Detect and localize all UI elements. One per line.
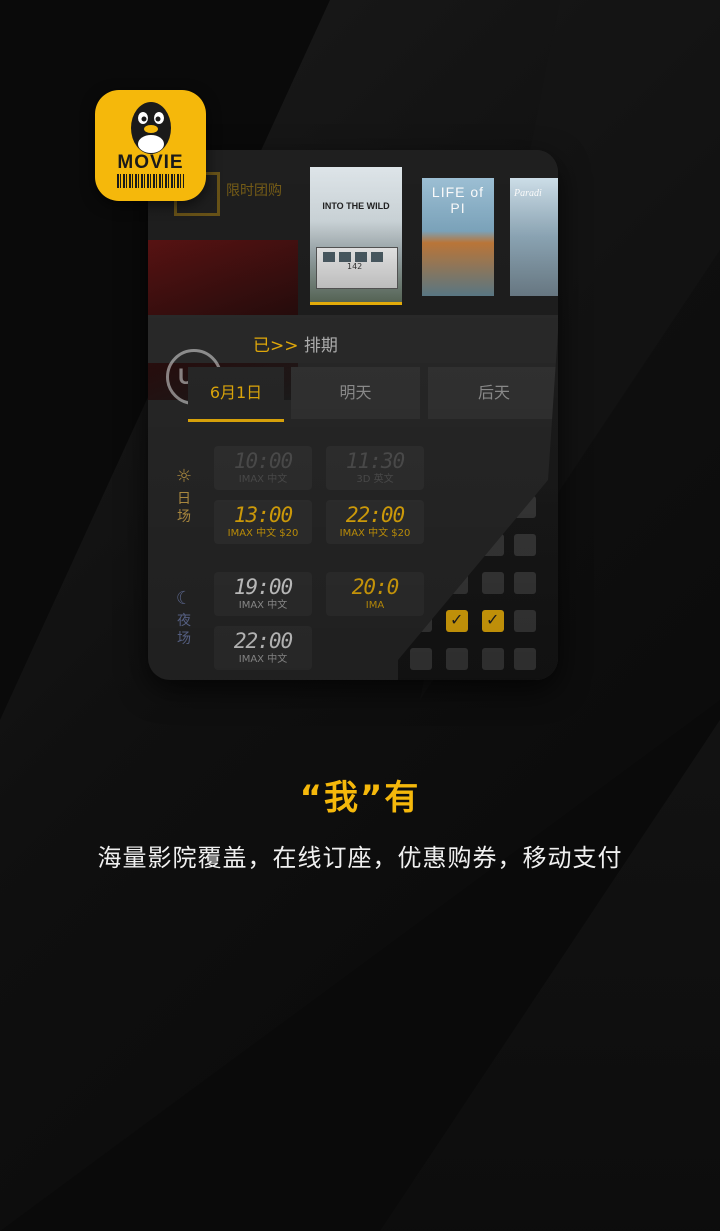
app-icon: MOVIE	[95, 90, 206, 201]
poster-title: LIFE of PI	[431, 184, 485, 216]
tab-tomorrow[interactable]: 明天	[291, 367, 420, 419]
seat[interactable]	[446, 456, 468, 478]
poster-title: INTO THE WILD	[322, 201, 390, 211]
tab-june-1[interactable]: 6月1日	[188, 367, 284, 422]
night-section-label: ☾ 夜场	[175, 588, 193, 648]
seat[interactable]	[514, 496, 536, 518]
showtime-slot[interactable]: 13:00 IMAX 中文 $20	[214, 500, 312, 544]
seat[interactable]	[482, 648, 504, 670]
seat[interactable]	[446, 496, 468, 518]
date-tabs: 6月1日 明天 后天	[148, 367, 558, 422]
app-icon-label: MOVIE	[117, 152, 184, 173]
poster-life-of-pi[interactable]: LIFE of PI	[422, 178, 494, 296]
poster-carousel: 限时团购 INTO THE WILD 142 LIFE of PI Paradi	[148, 150, 558, 400]
showtime-slot[interactable]: 10:00 IMAX 中文	[214, 446, 312, 490]
seat[interactable]	[514, 610, 536, 632]
seat[interactable]	[514, 534, 536, 556]
seat[interactable]	[514, 456, 536, 478]
app-preview-card: 限时团购 INTO THE WILD 142 LIFE of PI Paradi…	[148, 150, 558, 680]
tagline: 海量影院覆盖，在线订座，优惠购券，移动支付	[97, 844, 623, 872]
showtime-slot[interactable]: 22:00 IMAX 中文	[214, 626, 312, 670]
tab-day-after[interactable]: 后天	[428, 367, 558, 419]
showtime-slot[interactable]: 20:0 IMA	[326, 572, 424, 616]
penguin-icon	[131, 102, 171, 154]
seat[interactable]	[446, 648, 468, 670]
seat[interactable]	[482, 534, 504, 556]
seat[interactable]	[514, 418, 536, 440]
seat[interactable]	[482, 418, 504, 440]
poster-into-the-wild[interactable]: INTO THE WILD 142	[310, 167, 402, 305]
schedule-header: UA 已>> 排期	[148, 315, 558, 405]
poster-title: Paradi	[514, 188, 542, 199]
seat[interactable]	[446, 572, 468, 594]
schedule-label: 已>> 排期	[253, 336, 338, 356]
seat-selected[interactable]	[446, 610, 468, 632]
seat[interactable]	[482, 456, 504, 478]
seat[interactable]	[410, 648, 432, 670]
moon-icon: ☾	[175, 588, 193, 609]
poster-paradise[interactable]: Paradi	[510, 178, 558, 296]
seat-selected[interactable]	[482, 610, 504, 632]
showtime-slot[interactable]: 19:00 IMAX 中文	[214, 572, 312, 616]
bus-graphic: 142	[316, 247, 398, 289]
seat[interactable]	[446, 534, 468, 556]
headline: “我”有	[299, 778, 421, 818]
seat[interactable]	[482, 572, 504, 594]
seat[interactable]	[482, 496, 504, 518]
promo-label: 限时团购	[226, 183, 282, 199]
sun-icon: ☼	[175, 466, 193, 487]
seat[interactable]	[514, 572, 536, 594]
barcode-icon	[117, 174, 184, 188]
day-section-label: ☼ 日场	[175, 466, 193, 526]
seat[interactable]	[514, 648, 536, 670]
showtime-slot[interactable]: 11:30 3D 英文	[326, 446, 424, 490]
showtime-slot[interactable]: 22:00 IMAX 中文 $20	[326, 500, 424, 544]
